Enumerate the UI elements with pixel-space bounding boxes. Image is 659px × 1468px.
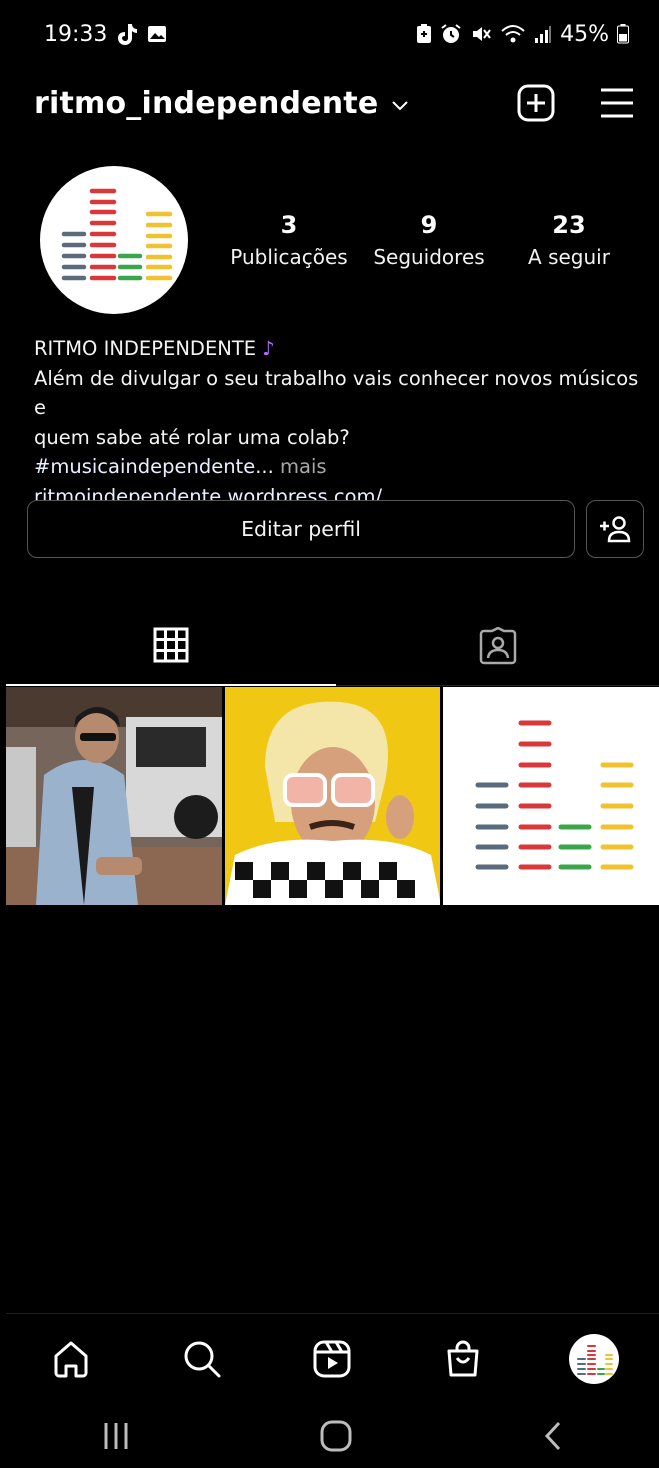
tagged-icon xyxy=(479,626,516,664)
signal-icon xyxy=(535,26,552,43)
tiktok-icon xyxy=(118,24,138,45)
nav-profile[interactable] xyxy=(564,1329,624,1389)
battery-saver-icon xyxy=(417,24,432,43)
battery-percent: 45% xyxy=(560,21,609,47)
nav-shop[interactable] xyxy=(433,1329,493,1389)
nav-home[interactable] xyxy=(41,1329,101,1389)
username-switcher[interactable]: ritmo_independente xyxy=(34,86,378,121)
bio-more-link[interactable]: mais xyxy=(274,455,327,478)
ritmo-logo xyxy=(475,720,634,870)
profile-display-name: RITMO INDEPENDENTE xyxy=(34,337,257,360)
bio-line-2: quem sabe até rolar uma colab? xyxy=(34,425,350,449)
grid-icon xyxy=(153,627,189,663)
new-post-icon[interactable] xyxy=(517,84,555,122)
home-button-icon[interactable] xyxy=(320,1420,352,1452)
profile-bio: RITMO INDEPENDENTE ♪ Além de divulgar o … xyxy=(34,334,654,511)
alarm-icon xyxy=(441,24,461,43)
stat-posts-label: Publicações xyxy=(230,245,348,269)
tab-grid[interactable] xyxy=(6,606,336,686)
stat-followers-label: Seguidores xyxy=(373,245,485,269)
wifi-icon xyxy=(501,25,525,43)
bottom-navigation xyxy=(6,1313,659,1403)
battery-icon xyxy=(617,24,629,44)
music-note-emoji: ♪ xyxy=(262,337,275,360)
discover-people-button[interactable] xyxy=(586,500,644,558)
gallery-icon xyxy=(148,26,167,42)
shop-icon xyxy=(447,1340,479,1376)
posts-grid xyxy=(6,687,659,905)
profile-avatar xyxy=(568,1333,619,1384)
post-thumbnail[interactable] xyxy=(6,687,222,905)
tab-tagged[interactable] xyxy=(336,606,659,686)
stat-following-label: A seguir xyxy=(528,245,610,269)
post-photo-man-sunglasses xyxy=(224,687,441,905)
post-thumbnail[interactable] xyxy=(443,687,659,905)
chevron-down-icon[interactable] xyxy=(390,98,410,112)
stat-posts[interactable]: 3 Publicações xyxy=(224,211,354,269)
stat-posts-value: 3 xyxy=(280,211,298,239)
stat-followers-value: 9 xyxy=(420,211,438,239)
status-time: 19:33 xyxy=(44,21,108,47)
reels-icon xyxy=(313,1340,351,1377)
profile-tabs xyxy=(6,606,659,686)
avatar[interactable] xyxy=(40,166,188,314)
edit-profile-button[interactable]: Editar perfil xyxy=(27,500,575,558)
bio-ellipsis: ... xyxy=(255,455,274,478)
add-person-icon xyxy=(600,516,631,543)
post-photo-man-denim xyxy=(6,687,222,905)
bio-line-1: Além de divulgar o seu trabalho vais con… xyxy=(34,366,639,420)
recents-icon[interactable] xyxy=(100,1421,132,1451)
nav-reels[interactable] xyxy=(302,1329,362,1389)
nav-search[interactable] xyxy=(172,1329,232,1389)
profile-header: ritmo_independente xyxy=(34,76,635,130)
home-icon xyxy=(54,1341,88,1377)
stat-following[interactable]: 23 A seguir xyxy=(504,211,634,269)
bio-hashtag[interactable]: #musicaindependente xyxy=(34,455,255,478)
post-thumbnail[interactable] xyxy=(224,687,441,905)
profile-stats: 3 Publicações 9 Seguidores 23 A seguir xyxy=(224,211,634,269)
system-navigation xyxy=(6,1403,659,1468)
status-bar: 19:33 45% xyxy=(44,14,629,54)
mute-icon xyxy=(473,27,491,41)
search-icon xyxy=(184,1341,221,1377)
stat-following-value: 23 xyxy=(552,211,586,239)
stat-followers[interactable]: 9 Seguidores xyxy=(364,211,494,269)
menu-icon[interactable] xyxy=(599,87,635,119)
ritmo-logo xyxy=(61,188,173,281)
back-icon[interactable] xyxy=(541,1420,565,1452)
